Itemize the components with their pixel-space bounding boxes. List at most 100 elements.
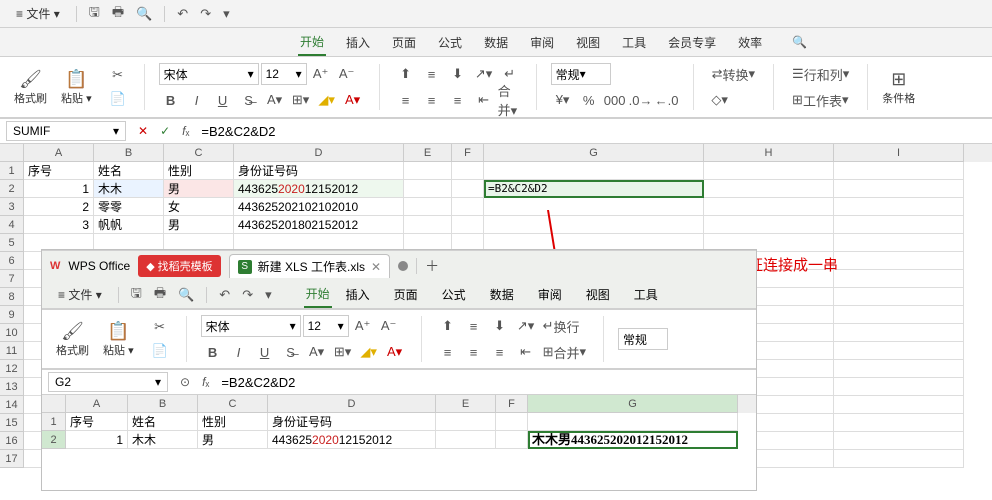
align-right-icon[interactable]: ≡ xyxy=(488,341,512,363)
row-header[interactable]: 10 xyxy=(0,324,24,342)
tab-member[interactable]: 会员专享 xyxy=(666,30,718,55)
col-header[interactable]: G xyxy=(528,395,738,413)
col-header[interactable]: D xyxy=(268,395,436,413)
cell[interactable] xyxy=(834,432,964,450)
tab-review[interactable]: 审阅 xyxy=(528,30,556,55)
col-header[interactable]: B xyxy=(94,144,164,162)
cell[interactable] xyxy=(404,198,452,216)
cell[interactable]: 男 xyxy=(164,216,234,234)
close-icon[interactable]: ✕ xyxy=(371,260,381,274)
indent-dec-icon[interactable]: ⇤ xyxy=(472,89,496,111)
tab-formula[interactable]: 公式 xyxy=(436,30,464,55)
convert-button[interactable]: ⇄ 转换 ▾ xyxy=(708,63,759,85)
undo-icon[interactable]: ↶ xyxy=(173,4,192,24)
template-tab[interactable]: ◆找稻壳模板 xyxy=(138,255,220,277)
row-header[interactable]: 1 xyxy=(0,162,24,180)
cell[interactable]: 姓名 xyxy=(94,162,164,180)
preview-icon[interactable]: 🔍 xyxy=(132,4,156,24)
cell[interactable]: 1 xyxy=(66,431,128,449)
cell[interactable] xyxy=(452,198,484,216)
cell[interactable] xyxy=(452,180,484,198)
tab-start[interactable]: 开始 xyxy=(304,281,332,308)
cell[interactable] xyxy=(834,414,964,432)
col-header[interactable]: F xyxy=(452,144,484,162)
row-header[interactable]: 7 xyxy=(0,270,24,288)
percent-icon[interactable]: % xyxy=(577,89,601,111)
currency-icon[interactable]: ¥▾ xyxy=(551,89,575,111)
bold-icon[interactable]: B xyxy=(159,89,183,111)
cell[interactable] xyxy=(834,216,964,234)
cell[interactable] xyxy=(834,162,964,180)
row-header[interactable]: 3 xyxy=(0,198,24,216)
print-icon[interactable]: 🖶 xyxy=(150,282,170,308)
font-color-icon[interactable]: A▾ xyxy=(305,341,329,363)
fill-icon[interactable]: ◢▾ xyxy=(315,89,339,111)
orientation-icon[interactable]: ↗▾ xyxy=(514,315,538,337)
cell[interactable] xyxy=(404,162,452,180)
row-header[interactable]: 8 xyxy=(0,288,24,306)
align-center-icon[interactable]: ≡ xyxy=(462,341,486,363)
dropdown-icon[interactable]: ▾ xyxy=(219,4,234,24)
row-header[interactable]: 5 xyxy=(0,234,24,252)
cell[interactable]: 443625201802152012 xyxy=(234,216,404,234)
name-box[interactable]: SUMIF▾ xyxy=(6,121,126,141)
cell[interactable]: 443625202012152012 xyxy=(268,431,436,449)
tab-tools[interactable]: 工具 xyxy=(620,30,648,55)
row-header[interactable]: 4 xyxy=(0,216,24,234)
col-header[interactable]: A xyxy=(66,395,128,413)
cell[interactable] xyxy=(528,413,738,431)
dec-dec-icon[interactable]: ←.0 xyxy=(655,89,679,111)
fx-accept-icon[interactable]: ✓ xyxy=(154,124,176,138)
print-icon[interactable]: 🖶 xyxy=(108,1,128,27)
tab-insert[interactable]: 插入 xyxy=(336,282,380,307)
fx-icon[interactable]: fₓ xyxy=(176,124,195,138)
undo-icon[interactable]: ↶ xyxy=(215,285,234,305)
cell[interactable]: 男 xyxy=(198,431,268,449)
search-icon[interactable]: 🔍 xyxy=(792,35,807,49)
font-combo[interactable]: 宋体▾ xyxy=(159,63,259,85)
text-color-icon[interactable]: A▾ xyxy=(383,341,407,363)
col-header[interactable]: D xyxy=(234,144,404,162)
bold-icon[interactable]: B xyxy=(201,341,225,363)
tab-insert[interactable]: 插入 xyxy=(344,30,372,55)
italic-icon[interactable]: I xyxy=(185,89,209,111)
col-header[interactable]: F xyxy=(496,395,528,413)
cell[interactable] xyxy=(436,431,496,449)
cell[interactable]: 帆帆 xyxy=(94,216,164,234)
row-header[interactable]: 2 xyxy=(42,431,66,449)
merge-icon[interactable]: 合并▾ xyxy=(498,89,522,111)
row-header[interactable]: 2 xyxy=(0,180,24,198)
cell[interactable] xyxy=(704,198,834,216)
orientation-icon[interactable]: ↗▾ xyxy=(472,63,496,85)
align-bot-icon[interactable]: ⬇ xyxy=(488,315,512,337)
tab-layout[interactable]: 页面 xyxy=(390,30,418,55)
cell[interactable]: 3 xyxy=(24,216,94,234)
comma-icon[interactable]: 000 xyxy=(603,89,627,111)
cell[interactable] xyxy=(834,252,964,270)
align-bot-icon[interactable]: ⬇ xyxy=(446,63,470,85)
cell[interactable]: 姓名 xyxy=(128,413,198,431)
row-header[interactable]: 12 xyxy=(0,360,24,378)
col-header[interactable]: G xyxy=(484,144,704,162)
cell[interactable] xyxy=(704,162,834,180)
cell[interactable] xyxy=(834,324,964,342)
cell[interactable] xyxy=(834,360,964,378)
cell[interactable] xyxy=(452,216,484,234)
fx-search-icon[interactable]: ⊙ xyxy=(174,375,196,389)
italic-icon[interactable]: I xyxy=(227,341,251,363)
cell[interactable]: 1 xyxy=(24,180,94,198)
align-top-icon[interactable]: ⬆ xyxy=(394,63,418,85)
tab-layout[interactable]: 页面 xyxy=(384,282,428,307)
cell[interactable]: 身份证号码 xyxy=(268,413,436,431)
cell[interactable] xyxy=(834,342,964,360)
row-header[interactable]: 14 xyxy=(0,396,24,414)
font-size-combo[interactable]: 12▾ xyxy=(261,63,307,85)
new-tab-icon[interactable]: ＋ xyxy=(425,256,439,276)
col-header[interactable]: H xyxy=(704,144,834,162)
col-header[interactable]: C xyxy=(198,395,268,413)
cell[interactable] xyxy=(834,198,964,216)
cell[interactable]: 序号 xyxy=(24,162,94,180)
format-painter[interactable]: 🖌格式刷 xyxy=(52,319,93,360)
col-header[interactable]: C xyxy=(164,144,234,162)
text-color-icon[interactable]: A▾ xyxy=(341,89,365,111)
